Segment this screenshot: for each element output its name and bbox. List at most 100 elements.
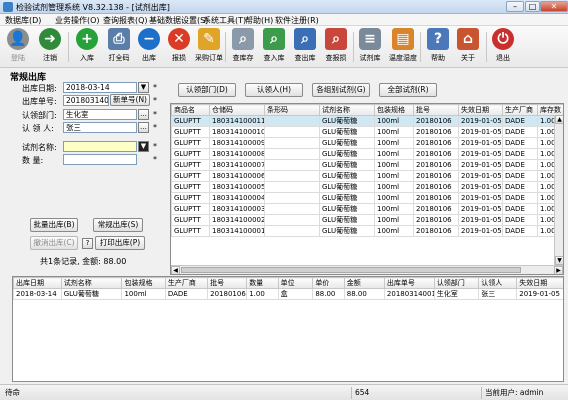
table-row[interactable]: GLUPTT 1803141000118 GLU葡萄糖 100ml 20180106 20… xyxy=(171,115,563,127)
column-header[interactable]: 出库日期 xyxy=(13,277,62,289)
table-row[interactable]: GLUPTT 1803141000071 GLU葡萄糖 100ml 20180106 20… xyxy=(171,159,563,171)
table-row[interactable]: GLUPTT 1803141000057 GLU葡萄糖 100ml 20180106 20… xyxy=(171,181,563,193)
column-header[interactable]: 数量 xyxy=(246,277,279,289)
table-cell: 100ml xyxy=(374,203,414,215)
print-out-button[interactable]: 打印出库(P) xyxy=(95,236,145,250)
table-row[interactable]: GLUPTT 1803141000095 GLU葡萄糖 100ml 20180106 20… xyxy=(171,137,563,149)
column-header[interactable]: 批号 xyxy=(207,277,248,289)
table-cell: 88.00 xyxy=(343,288,385,300)
close-button[interactable]: ✕ xyxy=(540,1,568,12)
reagent-library-button[interactable]: ≡ 试剂库 xyxy=(355,28,385,66)
temp-humidity-button[interactable]: ▤ 温度湿度 xyxy=(388,28,418,66)
new-order-button[interactable]: 新单号(N) xyxy=(110,94,150,106)
column-header[interactable]: 仓储码 xyxy=(209,104,265,116)
table-cell: 1803141000064 xyxy=(209,170,265,182)
help-button[interactable]: ? 帮助 xyxy=(423,28,453,66)
title-bar[interactable]: 检验试剂管理系统 V8.32.138 - [试剂出库] – □ ✕ xyxy=(0,0,568,14)
column-header[interactable]: 批号 xyxy=(413,104,459,116)
column-header[interactable]: 失效日期 xyxy=(458,104,503,116)
column-header[interactable]: 出库单号 xyxy=(383,277,435,289)
table-row[interactable]: GLUPTT 1803141000040 GLU葡萄糖 100ml 20180106 20… xyxy=(171,192,563,204)
stock-out-button[interactable]: − 出库 xyxy=(134,28,164,66)
query-in-button[interactable]: ⌕ 查入库 xyxy=(259,28,289,66)
reagent-dropdown-button[interactable]: ▼ xyxy=(138,141,149,152)
menu-database[interactable]: 数据库(D) xyxy=(2,15,44,26)
menu-register[interactable]: 软件注册(R) xyxy=(272,15,322,26)
maximize-button[interactable]: □ xyxy=(525,1,540,12)
column-header[interactable]: 试剂名称 xyxy=(60,277,123,289)
column-header[interactable]: 失效日期 xyxy=(516,277,563,289)
scroll-left-icon[interactable]: ◀ xyxy=(171,266,180,274)
table-cell: 2019-01-05 xyxy=(458,203,503,215)
column-header[interactable]: 认领部门 xyxy=(433,277,480,289)
query-stock-button[interactable]: ⌕ 查库存 xyxy=(228,28,258,66)
dept-input[interactable]: 生化室 xyxy=(63,109,137,120)
batch-out-button[interactable]: 批量出库(B) xyxy=(30,218,78,232)
all-reagent-button[interactable]: 全部试剂(R) xyxy=(379,83,437,97)
column-header[interactable]: 单位 xyxy=(277,277,314,289)
column-header[interactable]: 生产厂商 xyxy=(164,277,209,289)
table-row[interactable]: GLUPTT 1803141000026 GLU葡萄糖 100ml 20180106 20… xyxy=(171,214,563,226)
table-row[interactable]: GLUPTT 1803141000088 GLU葡萄糖 100ml 20180106 20… xyxy=(171,148,563,160)
column-header[interactable]: 认领人 xyxy=(478,277,518,289)
vertical-scrollbar[interactable]: ▲ ▼ xyxy=(554,115,563,265)
query-out-button[interactable]: ⌕ 查出库 xyxy=(290,28,320,66)
table-cell xyxy=(264,214,320,226)
scroll-right-icon[interactable]: ▶ xyxy=(554,266,563,274)
order-number-input[interactable]: 20180314001 xyxy=(63,95,109,106)
group-reagent-button[interactable]: 各组别试剂(G) xyxy=(312,83,370,97)
horizontal-scrollbar[interactable]: ◀ ▶ xyxy=(171,265,563,274)
table-row[interactable]: 2018-03-14 GLU葡萄糖 100ml DADE 20180106 1.00 盒 88… xyxy=(13,288,563,300)
table-row[interactable]: GLUPTT 1803141000019 GLU葡萄糖 100ml 20180106 20… xyxy=(171,225,563,237)
minimize-button[interactable]: – xyxy=(506,1,524,12)
table-cell: GLUPTT xyxy=(171,126,210,138)
column-header[interactable]: 条形码 xyxy=(264,104,320,116)
column-header[interactable]: 试剂名称 xyxy=(319,104,375,116)
menu-reports[interactable]: 查询报表(Q) xyxy=(100,15,151,26)
column-header[interactable]: 包装规格 xyxy=(121,277,166,289)
logout-button[interactable]: ➜ 注销 xyxy=(35,28,65,66)
stock-in-button[interactable]: + 入库 xyxy=(72,28,102,66)
person-input[interactable]: 张三 xyxy=(63,122,137,133)
date-dropdown-button[interactable]: ▼ xyxy=(138,82,149,93)
column-header[interactable]: 商品名 xyxy=(171,104,210,116)
menu-operations[interactable]: 业务操作(O) xyxy=(52,15,103,26)
outbound-table[interactable]: 出库日期 试剂名称 包装规格 生产厂商 批号 数量 单位 单价 金额 出库单号 认领部门 认领人 失效日… xyxy=(12,276,564,382)
table-cell: GLU葡萄糖 xyxy=(319,192,375,204)
column-header[interactable]: 金额 xyxy=(343,277,385,289)
table-cell xyxy=(264,137,320,149)
person-browse-button[interactable]: ... xyxy=(138,122,149,133)
reagent-name-input[interactable] xyxy=(63,141,137,152)
column-header[interactable]: 包装规格 xyxy=(374,104,414,116)
date-input[interactable]: 2018-03-14 xyxy=(63,82,137,93)
dept-reagent-button[interactable]: 认领部门(D) xyxy=(178,83,236,97)
database-icon: ≡ xyxy=(359,28,381,50)
table-row[interactable]: GLUPTT 1803141000033 GLU葡萄糖 100ml 20180106 20… xyxy=(171,203,563,215)
scroll-thumb[interactable] xyxy=(181,267,521,273)
table-cell: 100ml xyxy=(374,181,414,193)
help-label: 帮助 xyxy=(431,54,445,62)
column-header[interactable]: 库存数 xyxy=(537,104,563,116)
person-reagent-button[interactable]: 认领人(H) xyxy=(245,83,303,97)
normal-out-button[interactable]: 常规出库(S) xyxy=(93,218,143,232)
login-button[interactable]: 👤 登陆 xyxy=(3,28,33,66)
reverse-out-button[interactable]: 撤消出库(C) xyxy=(30,236,78,250)
column-header[interactable]: 生产厂商 xyxy=(502,104,538,116)
print-code-button[interactable]: ⎙ 打全码 xyxy=(104,28,134,66)
column-header[interactable]: 单价 xyxy=(312,277,345,289)
print-check-box[interactable]: ? xyxy=(82,238,93,249)
table-cell xyxy=(264,159,320,171)
table-row[interactable]: GLUPTT 1803141000101 GLU葡萄糖 100ml 20180106 20… xyxy=(171,126,563,138)
stock-table[interactable]: 商品名 仓储码 条形码 试剂名称 包装规格 批号 失效日期 生产厂商 库存数 GLUPTT 180… xyxy=(170,103,564,275)
report-loss-button[interactable]: ✕ 报损 xyxy=(164,28,194,66)
about-button[interactable]: ⌂ 关于 xyxy=(453,28,483,66)
scroll-down-icon[interactable]: ▼ xyxy=(555,256,563,265)
purchase-order-button[interactable]: ✎ 采购订单 xyxy=(194,28,224,66)
quantity-input[interactable] xyxy=(63,154,137,165)
scroll-up-icon[interactable]: ▲ xyxy=(555,115,563,124)
query-loss-button[interactable]: ⌕ 查报损 xyxy=(321,28,351,66)
table-row[interactable]: GLUPTT 1803141000064 GLU葡萄糖 100ml 20180106 20… xyxy=(171,170,563,182)
table-cell: 100ml xyxy=(374,115,414,127)
exit-button[interactable]: ⏻ 退出 xyxy=(488,28,518,66)
dept-browse-button[interactable]: ... xyxy=(138,109,149,120)
